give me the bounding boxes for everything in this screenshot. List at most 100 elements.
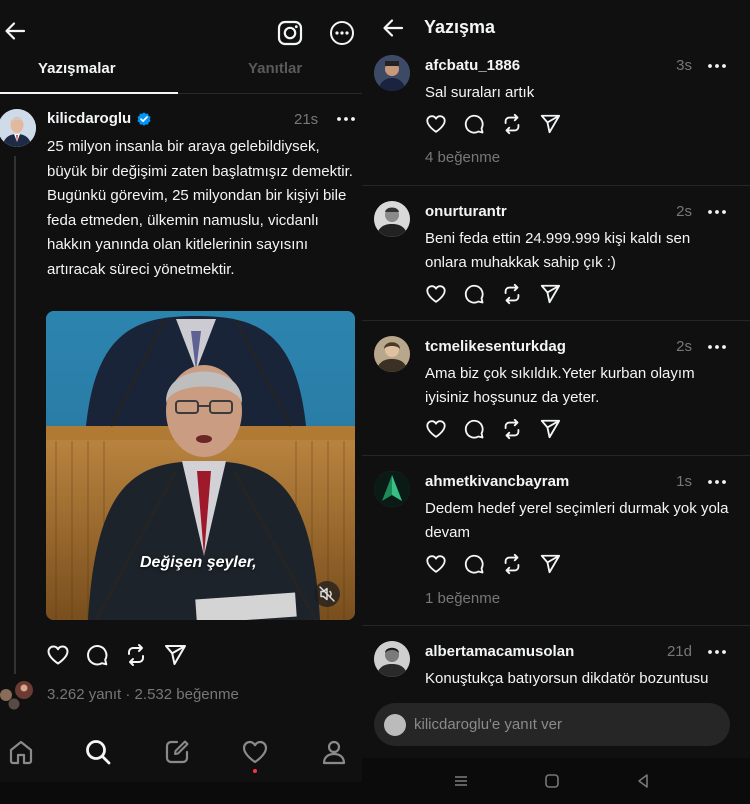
post-stats[interactable]: 3.262 yanıt · 2.532 beğenme	[47, 686, 239, 703]
post-username[interactable]: kilicdaroglu	[47, 110, 131, 127]
reply-text: Beni feda ettin 24.999.999 kişi kaldı se…	[425, 230, 691, 271]
share-icon[interactable]	[539, 418, 561, 440]
video-caption: Değişen şeyler,	[140, 554, 257, 571]
top-bar	[0, 0, 362, 62]
comment-icon[interactable]	[463, 113, 485, 135]
reply-more-icon[interactable]	[706, 474, 728, 490]
divider	[362, 320, 750, 321]
reply-text: Sal suraları artık	[425, 84, 535, 101]
reply-more-icon[interactable]	[706, 204, 728, 220]
repost-icon[interactable]	[124, 643, 148, 667]
heart-icon[interactable]	[425, 418, 447, 440]
avatar[interactable]	[374, 201, 410, 237]
back-arrow-icon[interactable]	[4, 20, 26, 42]
reply-username[interactable]: afcbatu_1886	[425, 57, 520, 74]
heart-icon[interactable]	[46, 643, 70, 667]
reply-actions	[425, 283, 565, 307]
tab-replies[interactable]: Yanıtlar	[248, 60, 302, 77]
reply-username[interactable]: albertamacamusolan	[425, 643, 574, 660]
repost-icon[interactable]	[501, 418, 523, 440]
reply-actions	[425, 553, 565, 577]
system-nav-bar	[0, 782, 362, 804]
verified-icon	[136, 111, 152, 127]
reply-more-icon[interactable]	[706, 644, 728, 660]
post-body: 25 milyon insanla bir araya gelebildiyse…	[47, 138, 353, 278]
divider	[362, 625, 750, 626]
reply-item: albertamacamusolan 21d Konuştukça batıyo…	[362, 641, 750, 691]
share-icon[interactable]	[539, 113, 561, 135]
reply-text: Konuştukça batıyorsun dikdatör bozuntusu	[425, 670, 709, 687]
more-options-icon[interactable]	[329, 20, 355, 46]
reply-timestamp: 1s	[676, 473, 692, 490]
reply-input-placeholder: kilicdaroglu'e yanıt ver	[414, 716, 562, 733]
repost-icon[interactable]	[501, 283, 523, 305]
post-actions	[46, 643, 246, 667]
home-icon[interactable]	[7, 738, 35, 766]
comment-icon[interactable]	[463, 553, 485, 575]
video-frame-illustration	[46, 311, 355, 620]
comment-icon[interactable]	[463, 283, 485, 305]
back-arrow-icon[interactable]	[382, 17, 404, 39]
avatar[interactable]	[0, 109, 36, 147]
comment-icon[interactable]	[463, 418, 485, 440]
reply-username[interactable]: onurturantr	[425, 203, 507, 220]
reply-username[interactable]: tcmelikesenturkdag	[425, 338, 566, 355]
reply-item: tcmelikesenturkdag 2s Ama biz çok sıkıld…	[362, 336, 750, 454]
reply-timestamp: 2s	[676, 338, 692, 355]
share-icon[interactable]	[539, 283, 561, 305]
reply-avatars	[0, 680, 34, 710]
notification-dot	[253, 769, 257, 773]
home-button-icon[interactable]	[543, 772, 561, 790]
reply-input[interactable]: kilicdaroglu'e yanıt ver	[374, 703, 730, 746]
heart-icon[interactable]	[425, 113, 447, 135]
avatar[interactable]	[374, 641, 410, 677]
post-timestamp: 21s	[294, 111, 319, 128]
active-tab-indicator	[0, 92, 178, 94]
bottom-nav	[0, 722, 362, 782]
recent-apps-icon[interactable]	[452, 772, 470, 790]
back-button-icon[interactable]	[634, 772, 652, 790]
instagram-icon[interactable]	[277, 20, 303, 46]
reply-username[interactable]: ahmetkivancbayram	[425, 473, 569, 490]
post-more-icon[interactable]	[335, 110, 357, 128]
comment-icon[interactable]	[85, 643, 109, 667]
reply-timestamp: 3s	[676, 57, 692, 74]
page-title: Yazışma	[424, 17, 496, 37]
share-icon[interactable]	[539, 553, 561, 575]
replies-header: Yazışma	[362, 0, 750, 54]
reply-text: Ama biz çok sıkıldık.Yeter kurban olayım…	[425, 365, 695, 406]
tab-conversations[interactable]: Yazışmalar	[38, 60, 116, 77]
reply-more-icon[interactable]	[706, 339, 728, 355]
avatar[interactable]	[374, 336, 410, 372]
thread-detail-pane: Yazışmalar Yanıtlar kilicdaroglu 21s 25 …	[0, 0, 362, 804]
reply-actions	[425, 418, 565, 442]
reply-more-icon[interactable]	[706, 58, 728, 74]
reply-item: ahmetkivancbayram 1s Dedem hedef yerel s…	[362, 471, 750, 611]
reply-item: afcbatu_1886 3s Sal suraları artık 4 beğ…	[362, 55, 750, 185]
avatar[interactable]	[374, 55, 410, 91]
repost-icon[interactable]	[501, 553, 523, 575]
mute-icon[interactable]	[314, 581, 340, 607]
reply-likes[interactable]: 1 beğenme	[425, 590, 500, 607]
heart-icon[interactable]	[425, 283, 447, 305]
share-icon[interactable]	[163, 643, 187, 667]
profile-icon[interactable]	[320, 738, 348, 766]
heart-icon[interactable]	[425, 553, 447, 575]
reply-timestamp: 2s	[676, 203, 692, 220]
divider	[362, 185, 750, 186]
compose-icon[interactable]	[163, 738, 191, 766]
activity-icon[interactable]	[241, 738, 269, 766]
search-icon[interactable]	[84, 738, 112, 766]
replies-pane: Yazışma afcbatu_1886 3s Sal suraları art…	[362, 0, 750, 804]
reply-actions	[425, 113, 565, 137]
avatar	[384, 714, 406, 736]
reply-likes[interactable]: 4 beğenme	[425, 149, 500, 166]
avatar[interactable]	[374, 471, 410, 507]
thread-line	[14, 156, 16, 674]
system-nav-bar	[362, 758, 750, 804]
thread-tabs: Yazışmalar Yanıtlar	[0, 58, 362, 94]
post-video[interactable]: Değişen şeyler,	[46, 311, 355, 620]
repost-icon[interactable]	[501, 113, 523, 135]
reply-item: onurturantr 2s Beni feda ettin 24.999.99…	[362, 201, 750, 319]
reply-text: Dedem hedef yerel seçimleri durmak yok y…	[425, 500, 729, 541]
